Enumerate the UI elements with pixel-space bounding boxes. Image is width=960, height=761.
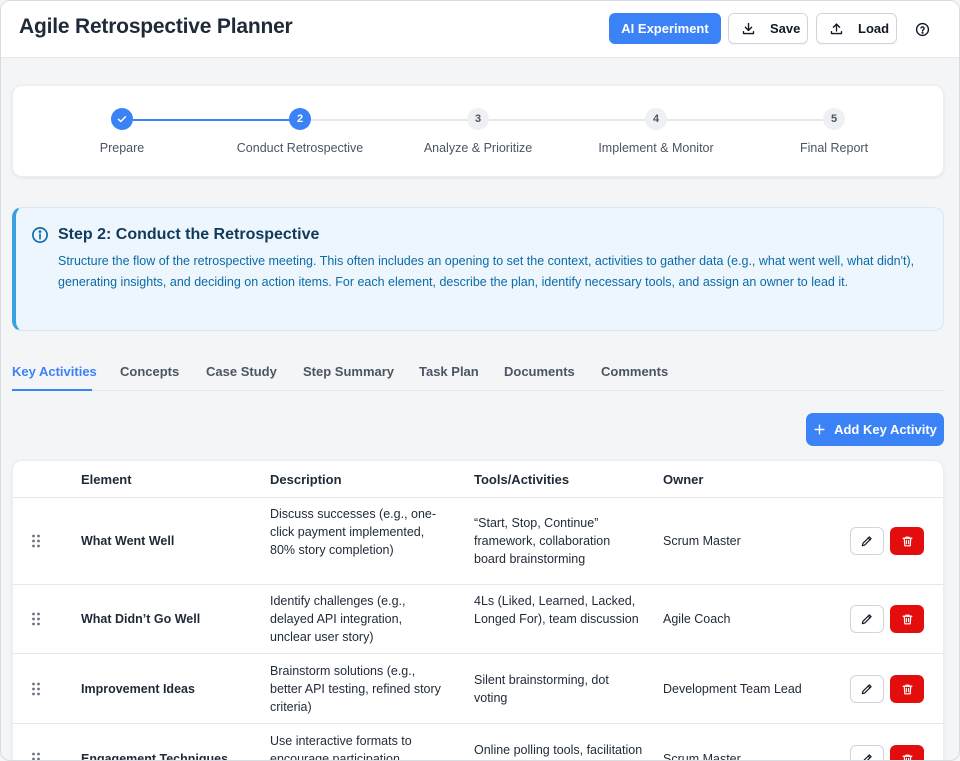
row-tools: 4Ls (Liked, Learned, Lacked, Longed For)… — [474, 594, 639, 626]
trash-icon — [902, 754, 912, 760]
row-owner: Agile Coach — [663, 612, 731, 626]
step-5-label[interactable]: Final Report — [800, 141, 868, 155]
drag-handle-icon[interactable] — [31, 752, 41, 761]
table-row: Engagement Techniques Use interactive fo… — [13, 724, 943, 761]
add-key-activity-label: Add Key Activity — [834, 422, 937, 437]
step-info-description: Structure the flow of the retrospective … — [58, 254, 915, 289]
trash-icon — [902, 684, 912, 694]
help-circle-icon — [915, 22, 929, 36]
delete-button[interactable] — [890, 527, 924, 555]
row-tools: “Start, Stop, Continue” framework, colla… — [474, 516, 611, 566]
tab-bar: Key Activities Concepts Case Study Step … — [12, 354, 944, 391]
save-label: Save — [770, 21, 801, 36]
step-3-label[interactable]: Analyze & Prioritize — [424, 141, 532, 155]
tab-step-summary[interactable]: Step Summary — [303, 364, 394, 379]
step-connector — [133, 119, 301, 121]
trash-icon — [902, 614, 912, 624]
step-2-circle[interactable]: 2 — [289, 108, 311, 130]
column-header-element: Element — [81, 472, 132, 487]
step-4-circle[interactable]: 4 — [645, 108, 667, 130]
active-tab-indicator — [12, 389, 92, 391]
delete-button[interactable] — [890, 745, 924, 760]
pencil-icon — [863, 754, 872, 760]
delete-button[interactable] — [890, 675, 924, 703]
step-1-label[interactable]: Prepare — [100, 141, 144, 155]
step-3-circle[interactable]: 3 — [467, 108, 489, 130]
edit-button[interactable] — [850, 745, 884, 760]
column-header-owner: Owner — [663, 472, 704, 487]
edit-button[interactable] — [850, 605, 884, 633]
row-tools: Online polling tools, facilitation techn… — [474, 743, 643, 757]
drag-handle-icon[interactable] — [31, 612, 41, 626]
add-key-activity-button[interactable]: Add Key Activity — [806, 413, 944, 446]
help-button[interactable] — [909, 16, 935, 42]
table-row: Improvement Ideas Brainstorm solutions (… — [13, 654, 943, 724]
progress-stepper: Prepare 2 Conduct Retrospective 3 Analyz… — [12, 85, 944, 177]
trash-icon — [902, 536, 912, 546]
plus-icon — [814, 424, 825, 435]
table-row: What Went Well Discuss successes (e.g., … — [13, 498, 943, 585]
row-description: Use interactive formats to encourage par… — [270, 734, 412, 761]
edit-button[interactable] — [850, 527, 884, 555]
load-button[interactable]: Load — [816, 13, 897, 44]
drag-handle-icon[interactable] — [31, 534, 41, 548]
row-element: What Went Well — [81, 534, 175, 548]
row-owner: Development Team Lead — [663, 682, 802, 696]
row-description: Brainstorm solutions (e.g., better API t… — [270, 664, 441, 714]
app-window: Agile Retrospective Planner AI Experimen… — [0, 0, 960, 761]
tab-case-study[interactable]: Case Study — [206, 364, 277, 379]
step-2-label[interactable]: Conduct Retrospective — [237, 141, 363, 155]
column-header-tools: Tools/Activities — [474, 472, 570, 487]
row-element: Engagement Techniques — [81, 752, 229, 761]
tab-documents[interactable]: Documents — [504, 364, 575, 379]
pencil-icon — [861, 536, 872, 547]
ai-experiment-button[interactable]: AI Experiment — [609, 13, 721, 44]
row-tools: Silent brainstorming, dot voting — [474, 673, 609, 705]
row-description: Discuss successes (e.g., one-click payme… — [270, 507, 437, 557]
tab-comments[interactable]: Comments — [601, 364, 668, 379]
row-owner: Scrum Master — [663, 534, 741, 548]
load-label: Load — [858, 21, 890, 36]
step-5-circle[interactable]: 5 — [823, 108, 845, 130]
upload-icon — [830, 23, 843, 35]
save-button[interactable]: Save — [728, 13, 808, 44]
step-4-label[interactable]: Implement & Monitor — [598, 141, 713, 155]
pencil-icon — [861, 684, 872, 695]
app-title: Agile Retrospective Planner — [19, 15, 293, 38]
column-header-description: Description — [270, 472, 342, 487]
tab-concepts[interactable]: Concepts — [120, 364, 179, 379]
delete-button[interactable] — [890, 605, 924, 633]
edit-button[interactable] — [850, 675, 884, 703]
key-activities-table: Element Description Tools/Activities Own… — [12, 460, 944, 761]
tab-key-activities[interactable]: Key Activities — [12, 364, 97, 379]
check-icon — [117, 116, 127, 123]
row-element: Improvement Ideas — [81, 682, 195, 696]
step-info-title: Step 2: Conduct the Retrospective — [58, 226, 320, 243]
info-icon — [32, 227, 48, 243]
step-info-panel: Step 2: Conduct the Retrospective Struct… — [12, 207, 944, 331]
step-connector — [311, 119, 836, 121]
row-description: Identify challenges (e.g., delayed API i… — [270, 594, 406, 644]
row-element: What Didn’t Go Well — [81, 612, 201, 626]
download-icon — [742, 22, 755, 35]
top-bar: Agile Retrospective Planner AI Experimen… — [1, 1, 959, 58]
table-row: What Didn’t Go Well Identify challenges … — [13, 585, 943, 654]
tab-task-plan[interactable]: Task Plan — [419, 364, 479, 379]
row-owner: Scrum Master — [663, 752, 741, 761]
drag-handle-icon[interactable] — [31, 682, 41, 696]
step-1-circle[interactable] — [111, 108, 133, 130]
pencil-icon — [861, 614, 872, 625]
